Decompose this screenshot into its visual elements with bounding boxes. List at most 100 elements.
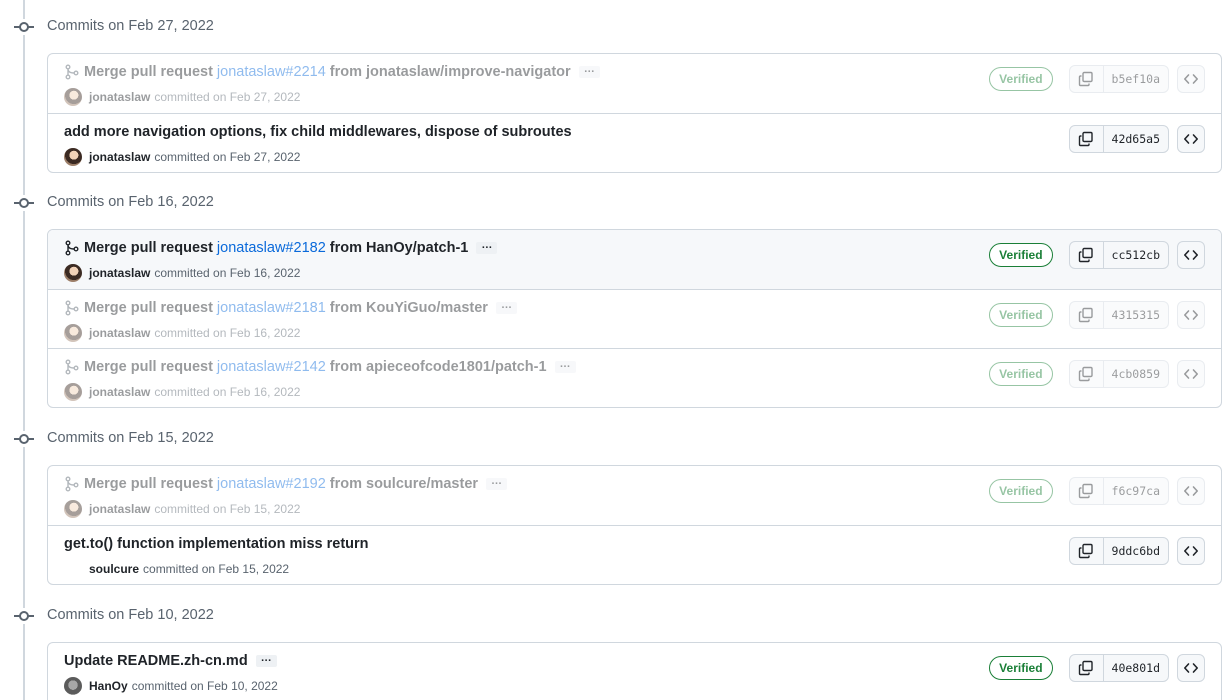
commit-title-rest[interactable]: from soulcure/master <box>330 476 478 492</box>
verified-badge[interactable]: Verified <box>989 303 1053 327</box>
commit-title[interactable]: Merge pull request <box>84 300 213 316</box>
copy-sha-button[interactable] <box>1070 538 1104 564</box>
avatar[interactable] <box>64 264 82 282</box>
commit-sha-link[interactable]: 9ddc6bd <box>1104 538 1168 564</box>
code-icon <box>1184 486 1198 496</box>
code-icon <box>1184 134 1198 144</box>
copy-icon <box>1078 660 1093 676</box>
commit-title[interactable]: Update README.zh-cn.md <box>64 653 248 669</box>
pr-link[interactable]: jonataslaw#2142 <box>217 359 326 375</box>
copy-icon <box>1078 543 1093 559</box>
verified-badge[interactable]: Verified <box>989 656 1053 680</box>
commit-date: committed on Feb 15, 2022 <box>143 562 290 576</box>
commit-sha-link[interactable]: f6c97ca <box>1104 478 1168 504</box>
commit-list: Merge pull request jonataslaw#2214 from … <box>47 53 1222 173</box>
author-link[interactable]: jonataslaw <box>89 385 150 399</box>
copy-sha-button[interactable] <box>1070 361 1104 387</box>
commit-sha-link[interactable]: 42d65a5 <box>1104 126 1168 152</box>
code-icon <box>1184 369 1198 379</box>
verified-badge[interactable]: Verified <box>989 67 1053 91</box>
expand-message-button[interactable]: … <box>255 653 277 667</box>
verified-badge[interactable]: Verified <box>989 479 1053 503</box>
expand-message-button[interactable]: … <box>486 476 508 490</box>
commit-date: committed on Feb 10, 2022 <box>131 679 278 693</box>
copy-sha-button[interactable] <box>1070 478 1104 504</box>
pr-link[interactable]: jonataslaw#2182 <box>217 240 326 256</box>
pr-link[interactable]: jonataslaw#2192 <box>217 476 326 492</box>
commit-row: Merge pull request jonataslaw#2214 from … <box>48 54 1221 113</box>
git-commit-icon <box>14 431 34 447</box>
avatar[interactable] <box>64 677 82 695</box>
author-link[interactable]: jonataslaw <box>89 266 150 280</box>
git-merge-icon <box>65 476 79 492</box>
commit-sha-link[interactable]: 4cb0859 <box>1104 361 1168 387</box>
expand-message-button[interactable]: … <box>476 240 498 254</box>
commit-title-rest[interactable]: from jonataslaw/improve-navigator <box>330 64 571 80</box>
author-link[interactable]: jonataslaw <box>89 502 150 516</box>
commit-title[interactable]: Merge pull request <box>84 64 213 80</box>
browse-repo-button[interactable] <box>1177 301 1205 329</box>
expand-message-button[interactable]: … <box>554 359 576 373</box>
commit-date: committed on Feb 15, 2022 <box>154 502 301 516</box>
avatar[interactable] <box>64 560 82 578</box>
commit-row: Merge pull request jonataslaw#2182 from … <box>48 230 1221 289</box>
commit-list: Merge pull request jonataslaw#2182 from … <box>47 229 1222 408</box>
browse-repo-button[interactable] <box>1177 360 1205 388</box>
git-merge-icon <box>65 64 79 80</box>
browse-repo-button[interactable] <box>1177 537 1205 565</box>
browse-repo-button[interactable] <box>1177 477 1205 505</box>
commit-sha-link[interactable]: 4315315 <box>1104 302 1168 328</box>
avatar[interactable] <box>64 148 82 166</box>
browse-repo-button[interactable] <box>1177 654 1205 682</box>
commit-sha-link[interactable]: cc512cb <box>1104 242 1168 268</box>
commit-row: Merge pull request jonataslaw#2142 from … <box>48 348 1221 407</box>
commit-title-rest[interactable]: from apieceofcode1801/patch-1 <box>330 359 547 375</box>
browse-repo-button[interactable] <box>1177 65 1205 93</box>
commit-sha-link[interactable]: 40e801d <box>1104 655 1168 681</box>
group-title: Commits on Feb 15, 2022 <box>47 430 214 446</box>
avatar[interactable] <box>64 324 82 342</box>
commit-title[interactable]: get.to() function implementation miss re… <box>64 536 369 552</box>
verified-badge[interactable]: Verified <box>989 243 1053 267</box>
avatar[interactable] <box>64 88 82 106</box>
commit-row: get.to() function implementation miss re… <box>48 525 1221 584</box>
copy-sha-button[interactable] <box>1070 242 1104 268</box>
group-title: Commits on Feb 10, 2022 <box>47 607 214 623</box>
commit-sha-link[interactable]: b5ef10a <box>1104 66 1168 92</box>
code-icon <box>1184 546 1198 556</box>
expand-message-button[interactable]: … <box>495 300 517 314</box>
avatar[interactable] <box>64 383 82 401</box>
code-icon <box>1184 74 1198 84</box>
author-link[interactable]: HanOy <box>89 679 128 693</box>
commit-title[interactable]: Merge pull request <box>84 359 213 375</box>
pr-link[interactable]: jonataslaw#2214 <box>217 64 326 80</box>
copy-sha-button[interactable] <box>1070 302 1104 328</box>
copy-sha-button[interactable] <box>1070 126 1104 152</box>
avatar[interactable] <box>64 500 82 518</box>
browse-repo-button[interactable] <box>1177 241 1205 269</box>
browse-repo-button[interactable] <box>1177 125 1205 153</box>
pr-link[interactable]: jonataslaw#2181 <box>217 300 326 316</box>
expand-message-button[interactable]: … <box>578 64 600 78</box>
commit-list: Update README.zh-cn.md … HanOy committed… <box>47 642 1222 700</box>
commit-title[interactable]: add more navigation options, fix child m… <box>64 124 572 140</box>
git-commit-icon <box>14 19 34 35</box>
commit-date: committed on Feb 16, 2022 <box>154 326 301 340</box>
commit-date: committed on Feb 16, 2022 <box>154 385 301 399</box>
author-link[interactable]: jonataslaw <box>89 326 150 340</box>
verified-badge[interactable]: Verified <box>989 362 1053 386</box>
commit-title-rest[interactable]: from HanOy/patch-1 <box>330 240 469 256</box>
copy-sha-button[interactable] <box>1070 655 1104 681</box>
author-link[interactable]: jonataslaw <box>89 150 150 164</box>
author-link[interactable]: jonataslaw <box>89 90 150 104</box>
commit-title[interactable]: Merge pull request <box>84 476 213 492</box>
commit-title-rest[interactable]: from KouYiGuo/master <box>330 300 488 316</box>
code-icon <box>1184 310 1198 320</box>
copy-icon <box>1078 366 1093 382</box>
copy-icon <box>1078 483 1093 499</box>
copy-sha-button[interactable] <box>1070 66 1104 92</box>
timeline-line <box>23 0 25 700</box>
commit-date: committed on Feb 27, 2022 <box>154 150 301 164</box>
author-link[interactable]: soulcure <box>89 562 139 576</box>
commit-title[interactable]: Merge pull request <box>84 240 213 256</box>
